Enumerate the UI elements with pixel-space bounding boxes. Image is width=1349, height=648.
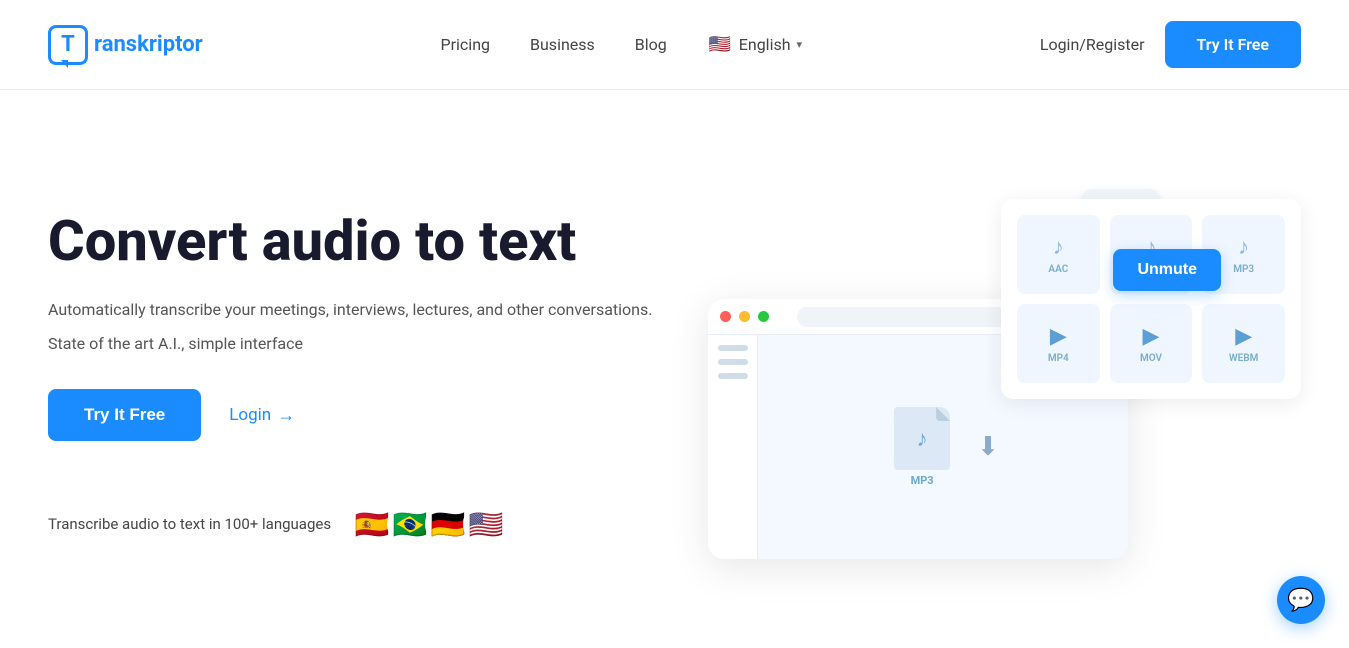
hero-try-free-button[interactable]: Try It Free	[48, 389, 201, 441]
languages-row: Transcribe audio to text in 100+ languag…	[48, 501, 668, 547]
hero-illustration: Unmute ♪	[668, 169, 1301, 589]
hero-description: Automatically transcribe your meetings, …	[48, 297, 668, 323]
logo-icon: T	[48, 25, 88, 65]
hero-login-link[interactable]: Login →	[229, 405, 295, 426]
window-dot-green	[758, 311, 769, 322]
navbar: T ranskriptor Pricing Business Blog 🇺🇸 E…	[0, 0, 1349, 90]
hero-title: Convert audio to text	[48, 211, 668, 273]
hero-login-label: Login	[229, 405, 271, 425]
format-mp4-label: MP4	[1048, 353, 1069, 364]
format-aac-label: AAC	[1048, 264, 1068, 275]
hero-section: Convert audio to text Automatically tran…	[0, 90, 1349, 648]
mp3-label: MP3	[911, 474, 934, 487]
languages-text: Transcribe audio to text in 100+ languag…	[48, 515, 331, 533]
unmute-button[interactable]: Unmute	[1113, 249, 1221, 291]
logo-text: ranskriptor	[94, 32, 203, 57]
nav-links: Pricing Business Blog 🇺🇸 English ▾	[441, 32, 803, 58]
window-dot-yellow	[739, 311, 750, 322]
format-webm-label: WEBM	[1229, 353, 1259, 364]
nav-link-blog[interactable]: Blog	[635, 35, 667, 54]
music-note-icon: ♪	[917, 426, 928, 452]
mp3-paper: ♪	[894, 407, 950, 470]
audio-file-icon: ♪	[1053, 234, 1064, 260]
sidebar-item	[718, 345, 748, 351]
flag-icon: 🇺🇸	[707, 32, 733, 58]
audio-file-icon: ♪	[1238, 234, 1249, 260]
format-mp4: ▶ MP4	[1017, 304, 1100, 383]
logo[interactable]: T ranskriptor	[48, 25, 203, 65]
chat-icon: 💬	[1287, 588, 1314, 613]
download-icon: ⬇	[977, 432, 999, 462]
format-webm: ▶ WEBM	[1202, 304, 1285, 383]
format-mov-label: MOV	[1140, 353, 1162, 364]
hero-sub-description: State of the art A.I., simple interface	[48, 334, 668, 353]
app-sidebar	[708, 335, 758, 559]
arrow-right-icon: →	[277, 405, 295, 426]
login-register-link[interactable]: Login/Register	[1040, 35, 1145, 54]
hero-content: Convert audio to text Automatically tran…	[48, 211, 668, 547]
mp3-file-icon: ♪ MP3	[887, 407, 957, 487]
flag-list: 🇪🇸 🇧🇷 🇩🇪 🇺🇸	[349, 501, 509, 547]
video-file-icon: ▶	[1235, 324, 1252, 349]
nav-right: Login/Register Try It Free	[1040, 21, 1301, 68]
format-mp3-label: MP3	[1233, 264, 1254, 275]
hero-actions: Try It Free Login →	[48, 389, 668, 441]
nav-try-free-button[interactable]: Try It Free	[1165, 21, 1302, 68]
sidebar-item	[718, 373, 748, 379]
chat-bubble-button[interactable]: 💬	[1277, 576, 1325, 624]
formats-window: ♪ AAC ♪ WAV ♪ MP3 ▶ MP4 ▶ MOV	[1001, 199, 1301, 399]
flag-english: 🇺🇸	[463, 501, 509, 547]
video-file-icon: ▶	[1050, 324, 1067, 349]
language-selector[interactable]: 🇺🇸 English ▾	[707, 32, 802, 58]
nav-link-business[interactable]: Business	[530, 35, 595, 54]
chevron-down-icon: ▾	[797, 38, 803, 51]
format-mov: ▶ MOV	[1110, 304, 1193, 383]
video-file-icon: ▶	[1143, 324, 1160, 349]
nav-link-pricing[interactable]: Pricing	[441, 35, 491, 54]
sidebar-item	[718, 359, 748, 365]
window-dot-red	[720, 311, 731, 322]
format-aac: ♪ AAC	[1017, 215, 1100, 294]
language-label: English	[739, 35, 791, 54]
logo-letter: T	[61, 32, 75, 57]
